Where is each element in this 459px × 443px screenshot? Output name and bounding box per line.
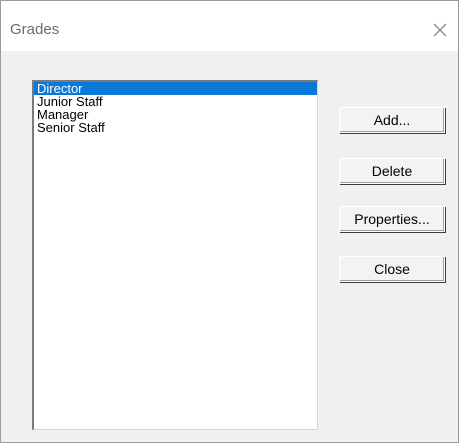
close-icon[interactable]: [429, 19, 451, 41]
properties-button[interactable]: Properties...: [339, 206, 445, 232]
dialog-client-area: Director Junior Staff Manager Senior Sta…: [1, 51, 458, 442]
title-bar: Grades: [1, 1, 458, 51]
grades-listbox[interactable]: Director Junior Staff Manager Senior Sta…: [32, 80, 318, 430]
delete-button[interactable]: Delete: [339, 158, 445, 184]
grades-dialog: Grades Director Junior Staff Manager Sen…: [0, 0, 459, 443]
list-item-senior-staff[interactable]: Senior Staff: [34, 121, 317, 134]
dialog-title: Grades: [10, 21, 60, 38]
close-button[interactable]: Close: [339, 256, 445, 282]
add-button[interactable]: Add...: [339, 107, 445, 133]
